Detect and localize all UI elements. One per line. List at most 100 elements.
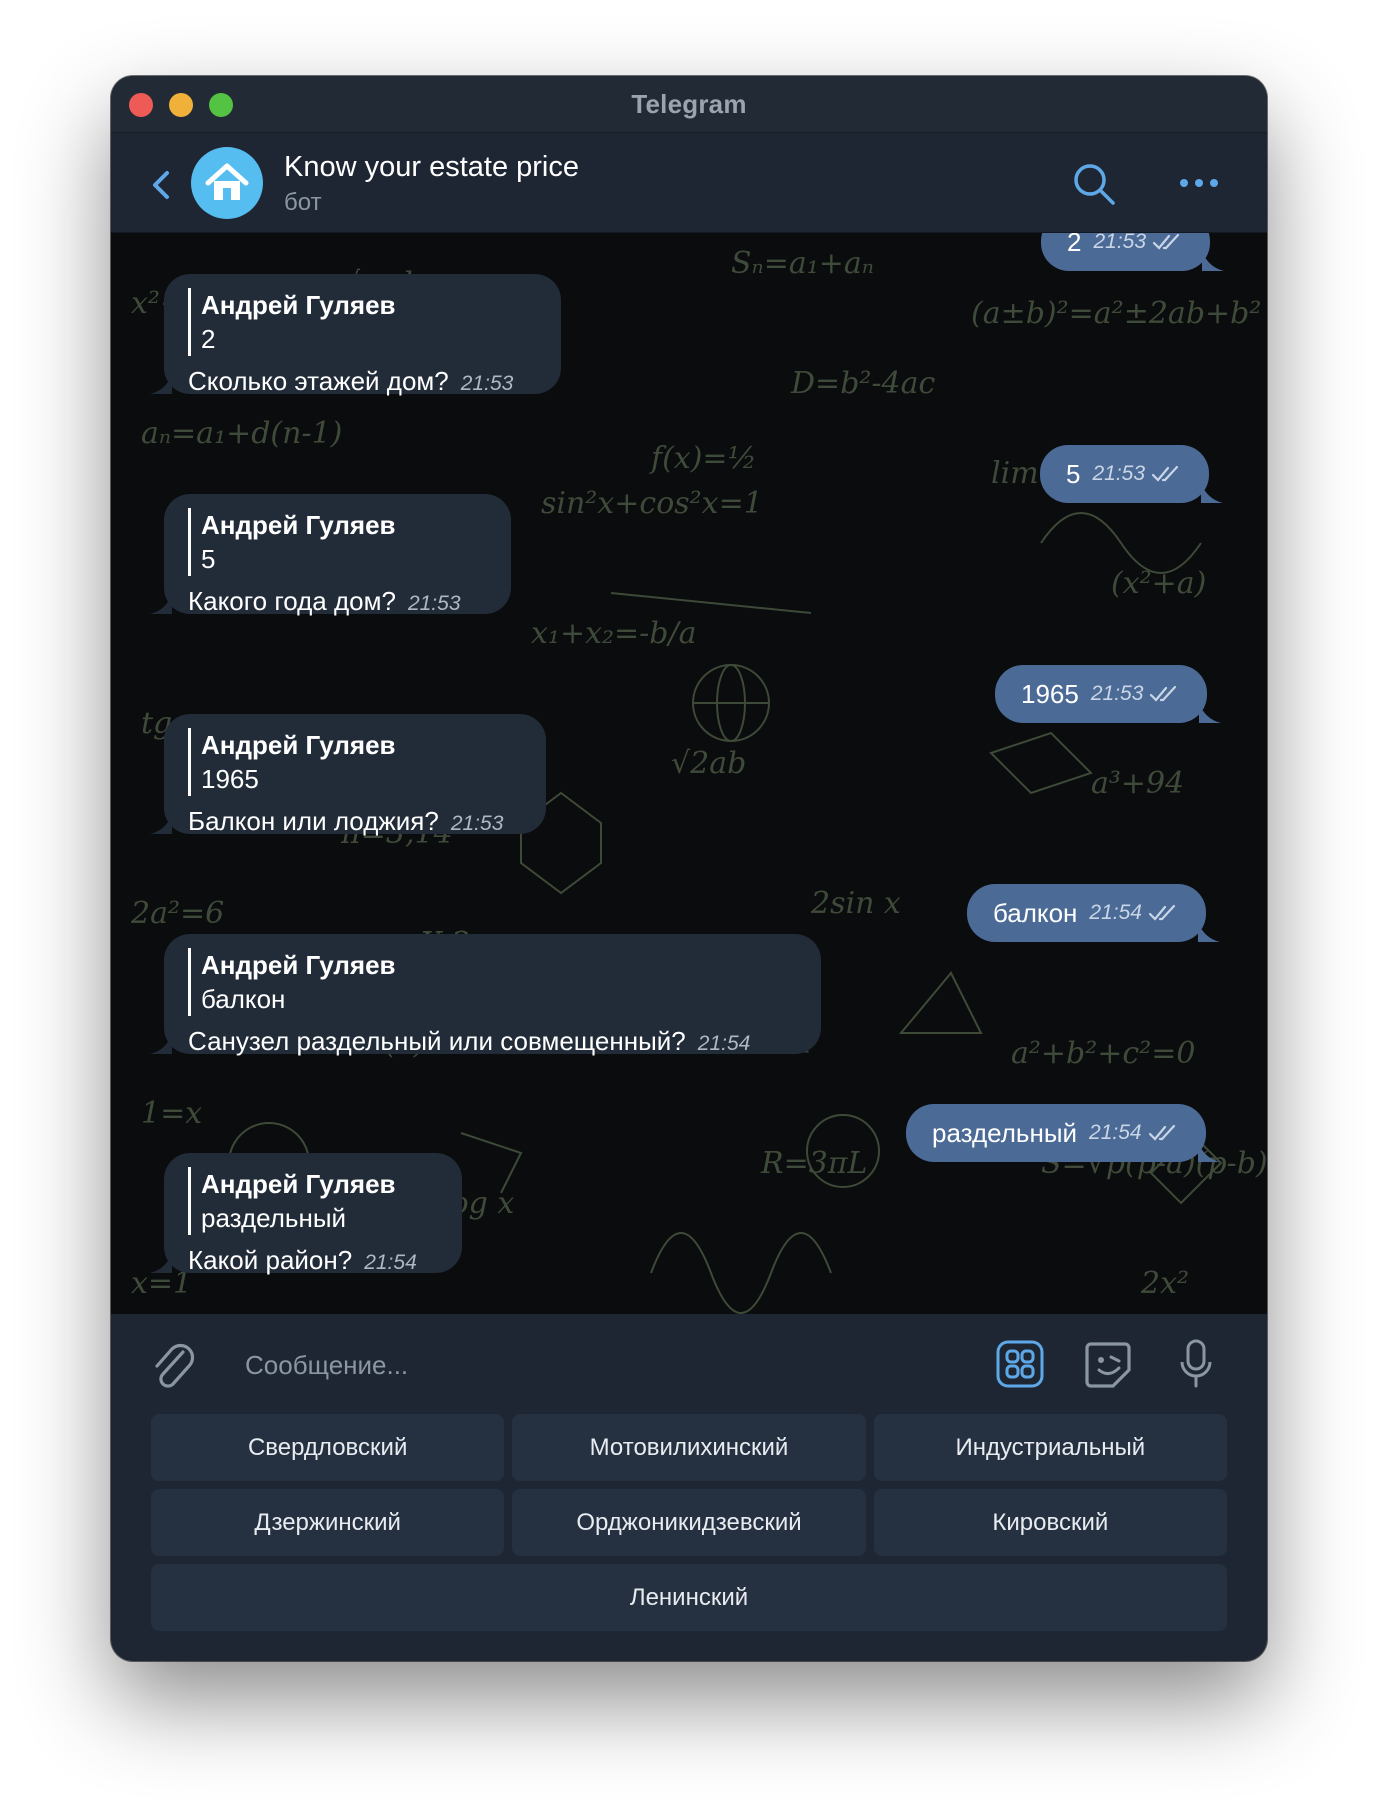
message-composer: [111, 1314, 1267, 1414]
double-check-icon: [1152, 233, 1180, 250]
reply-quote[interactable]: Андрей Гуляев балкон: [188, 948, 797, 1016]
message-time: 21:53: [407, 592, 461, 615]
chat-title: Know your estate price: [284, 151, 579, 183]
message-time: 21:54: [364, 1251, 417, 1274]
svg-text:1=x: 1=x: [141, 1096, 202, 1131]
message-text: 1965: [1021, 678, 1079, 709]
outgoing-message[interactable]: 5 21:53: [1040, 445, 1224, 503]
incoming-message[interactable]: Андрей Гуляев 5 Какого года дом? 21:53: [150, 494, 511, 616]
bubble-tail: [1201, 483, 1224, 503]
incoming-message[interactable]: Андрей Гуляев 1965 Балкон или лоджия? 21:…: [150, 714, 546, 836]
microphone-icon: [1180, 1339, 1212, 1388]
house-icon: [205, 163, 249, 200]
double-check-icon: [1150, 685, 1177, 702]
reply-quote[interactable]: Андрей Гуляев 1965: [188, 728, 522, 796]
sticker-icon: [1085, 1342, 1131, 1388]
bubble-tail: [1199, 703, 1222, 723]
outgoing-message[interactable]: 2 21:53: [1041, 233, 1225, 271]
reply-quote[interactable]: Андрей Гуляев 5: [188, 508, 487, 576]
double-check-icon: [1148, 904, 1176, 921]
double-check-icon: [1151, 465, 1179, 482]
reply-button-motovilikhinsky[interactable]: Мотовилихинский: [512, 1414, 866, 1481]
bubble-tail: [150, 1253, 172, 1273]
incoming-message[interactable]: Андрей Гуляев раздельный Какой район? 21:…: [150, 1153, 462, 1275]
message-text: балкон: [993, 897, 1078, 928]
svg-text:a²+b²+c²=0: a²+b²+c²=0: [1011, 1036, 1195, 1071]
bot-keyboard-toggle[interactable]: [996, 1340, 1044, 1388]
back-button[interactable]: [147, 165, 177, 205]
quote-author: Андрей Гуляев: [201, 1169, 396, 1199]
incoming-message[interactable]: Андрей Гуляев балкон Санузел раздельный …: [150, 934, 821, 1056]
zoom-window-button[interactable]: [209, 93, 233, 117]
message-time: 21:54: [1089, 1121, 1142, 1144]
bubble-tail: [150, 1034, 172, 1054]
message-input[interactable]: [243, 1340, 867, 1390]
outgoing-message[interactable]: балкон 21:54: [967, 884, 1220, 942]
svg-text:2sin x: 2sin x: [810, 886, 901, 921]
reply-button-ordzhonikidzevsky[interactable]: Орджоникидзевский: [512, 1489, 866, 1556]
bot-reply-keyboard: Свердловский Мотовилихинский Индустриаль…: [151, 1414, 1227, 1639]
reply-button-sverdlovsky[interactable]: Свердловский: [151, 1414, 505, 1481]
svg-text:(x²+a): (x²+a): [1111, 566, 1206, 601]
message-text: 2: [1067, 233, 1082, 257]
quote-text: 5: [201, 544, 216, 574]
outgoing-message[interactable]: раздельный 21:54: [906, 1104, 1220, 1162]
svg-text:D=b²-4ac: D=b²-4ac: [790, 366, 936, 401]
reply-quote[interactable]: Андрей Гуляев раздельный: [188, 1167, 438, 1235]
quote-text: балкон: [201, 984, 286, 1014]
message-list[interactable]: x²+y²=r² √a+b Sₙ=a₁+aₙ (a±b)²=a²±2ab+b² …: [111, 233, 1267, 1314]
message-time: 21:53: [1092, 462, 1146, 485]
message-text: Сколько этажей дом?: [188, 366, 449, 396]
sticker-button[interactable]: [1083, 1340, 1133, 1390]
keyboard-grid-icon: [996, 1340, 1044, 1388]
chat-subtitle: бот: [284, 189, 322, 216]
paperclip-icon: [155, 1343, 195, 1388]
message-text: Какой район?: [188, 1245, 353, 1275]
quote-text: раздельный: [201, 1203, 347, 1233]
reply-button-industrialny[interactable]: Индустриальный: [873, 1414, 1227, 1481]
keyboard-row: Свердловский Мотовилихинский Индустриаль…: [151, 1414, 1227, 1481]
more-dots-icon: [1180, 179, 1218, 187]
quote-text: 2: [201, 324, 216, 354]
message-text: раздельный: [932, 1117, 1078, 1148]
reply-button-dzerzhinsky[interactable]: Дзержинский: [151, 1489, 505, 1556]
bubble-tail: [150, 814, 172, 834]
outgoing-message[interactable]: 1965 21:53: [995, 665, 1222, 723]
quote-author: Андрей Гуляев: [201, 950, 396, 980]
reply-button-kirovsky[interactable]: Кировский: [873, 1489, 1227, 1556]
keyboard-row: Дзержинский Орджоникидзевский Кировский: [151, 1489, 1227, 1556]
message-text: 5: [1066, 458, 1081, 489]
bubble-tail: [1197, 1142, 1220, 1162]
message-time: 21:54: [697, 1032, 751, 1055]
minimize-window-button[interactable]: [169, 93, 193, 117]
quote-author: Андрей Гуляев: [201, 730, 396, 760]
bubble-tail: [150, 374, 172, 394]
incoming-message[interactable]: Андрей Гуляев 2 Сколько этажей дом? 21:53: [150, 274, 561, 396]
microphone-button[interactable]: [1179, 1338, 1213, 1390]
attach-button[interactable]: [149, 1338, 195, 1390]
avatar[interactable]: [191, 147, 263, 219]
svg-text:aₙ=a₁+d(n-1): aₙ=a₁+d(n-1): [141, 416, 342, 451]
quote-author: Андрей Гуляев: [201, 290, 396, 320]
message-text: Санузел раздельный или совмещенный?: [188, 1026, 686, 1056]
svg-text:sin²x+cos²x=1: sin²x+cos²x=1: [541, 486, 763, 521]
close-window-button[interactable]: [129, 93, 153, 117]
quote-author: Андрей Гуляев: [201, 510, 396, 540]
message-time: 21:53: [460, 372, 514, 395]
double-check-icon: [1148, 1124, 1175, 1141]
reply-quote[interactable]: Андрей Гуляев 2: [188, 288, 537, 356]
window-controls: [129, 93, 233, 117]
search-icon: [1074, 164, 1115, 205]
svg-text:f(x)=½: f(x)=½: [649, 441, 757, 476]
bubble-tail: [1202, 251, 1225, 271]
telegram-window: Telegram Know your estate price бот Sₙ=a…: [111, 76, 1267, 1661]
svg-text:(a±b)²=a²±2ab+b²: (a±b)²=a²±2ab+b²: [971, 296, 1261, 331]
svg-text:x₁+x₂=-b/a: x₁+x₂=-b/a: [531, 616, 697, 651]
svg-text:Sₙ=a₁+aₙ: Sₙ=a₁+aₙ: [731, 246, 874, 281]
search-button[interactable]: [1071, 161, 1117, 207]
svg-text:2a²=6: 2a²=6: [130, 896, 224, 931]
more-options-button[interactable]: [1177, 165, 1221, 201]
reply-button-leninsky[interactable]: Ленинский: [151, 1564, 1227, 1631]
quote-text: 1965: [201, 764, 259, 794]
message-text: Какого года дом?: [188, 586, 396, 616]
